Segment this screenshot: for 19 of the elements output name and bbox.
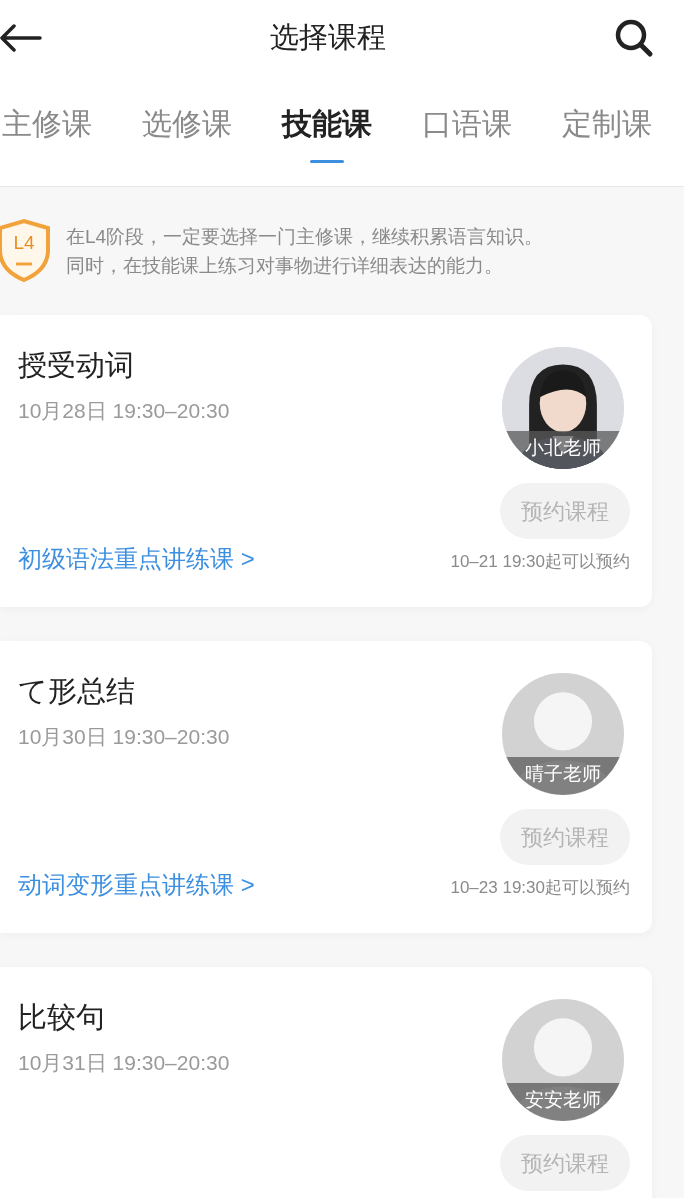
page-title: 选择课程 — [270, 20, 386, 56]
notice-text: 在L4阶段，一定要选择一门主修课，继续积累语言知识。 — [66, 225, 544, 249]
course-title: て形总结 — [18, 674, 136, 709]
course-title: 授受动词 — [18, 348, 135, 383]
back-icon[interactable] — [0, 24, 42, 52]
notice-text: 同时，在技能课上练习对事物进行详细表达的能力。 — [66, 254, 504, 278]
search-icon[interactable] — [614, 18, 654, 58]
booking-note: 10–23 19:30起可以预约 — [450, 877, 630, 899]
tab[interactable]: 技能课 — [282, 104, 372, 163]
course-title: 比较句 — [18, 1000, 106, 1035]
course-time: 10月30日 19:30–20:30 — [18, 724, 231, 750]
course-time: 10月28日 19:30–20:30 — [18, 398, 231, 424]
tab[interactable]: 定制课 — [562, 104, 652, 163]
course-time: 10月31日 19:30–20:30 — [18, 1050, 230, 1076]
tab[interactable]: 主修课 — [2, 104, 92, 163]
booking-note: 10–21 19:30起可以预约 — [450, 551, 630, 573]
level-badge: L4 — [0, 218, 52, 284]
tab[interactable]: 选修课 — [142, 104, 232, 163]
tab[interactable]: 口语课 — [422, 104, 512, 163]
